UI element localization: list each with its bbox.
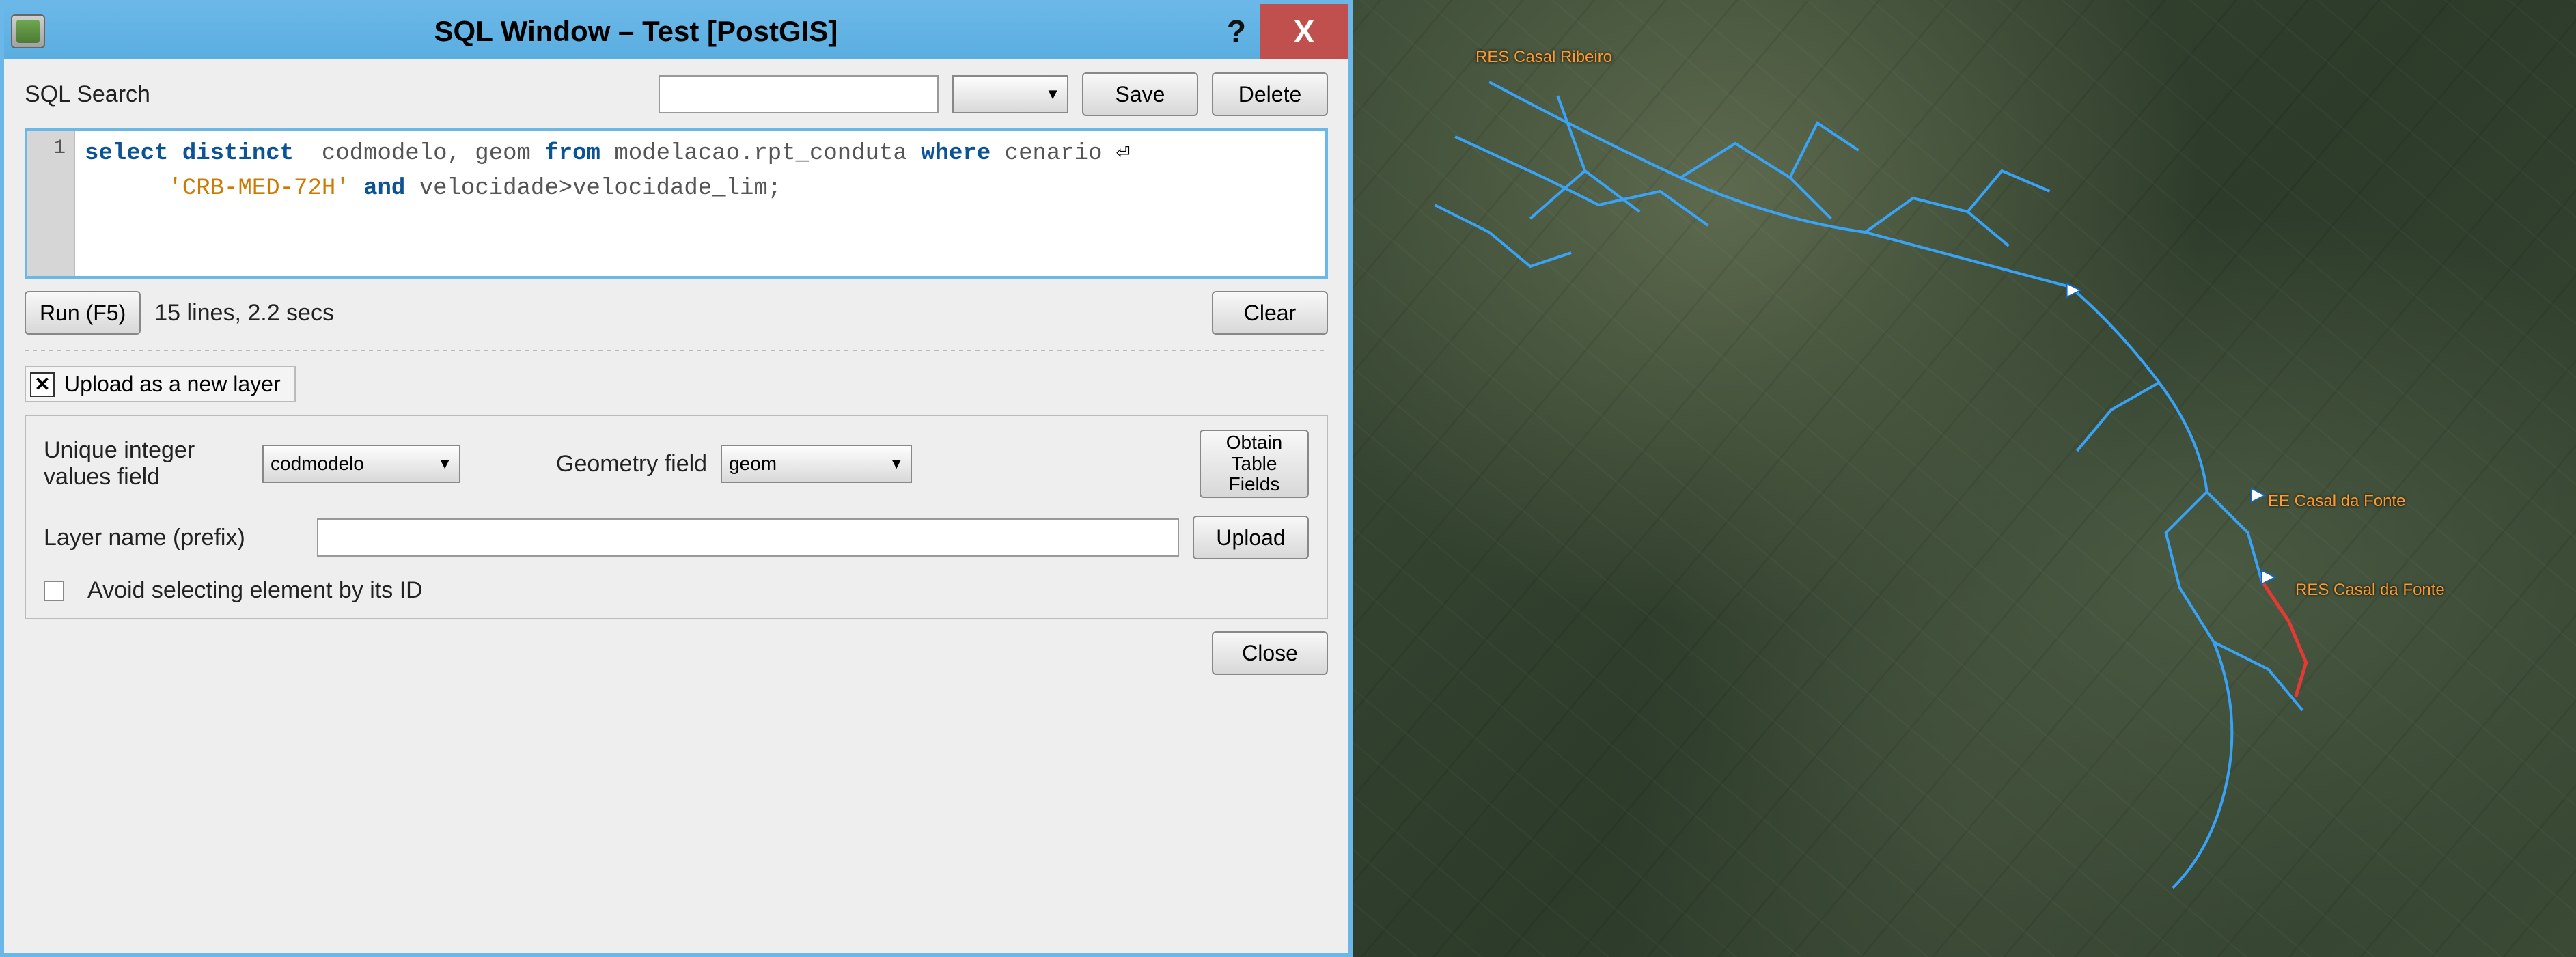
uid-field-label: Unique integer values field (44, 437, 249, 490)
sql-window: SQL Window – Test [PostGIS] ? X SQL Sear… (0, 0, 1353, 957)
upload-section-header: ✕ Upload as a new layer (25, 366, 296, 402)
sql-text[interactable]: select distinct codmodelo, geom from mod… (75, 131, 1325, 276)
close-button[interactable]: Close (1212, 631, 1328, 675)
layer-prefix-label: Layer name (prefix) (44, 525, 303, 551)
run-button[interactable]: Run (F5) (25, 291, 141, 335)
geom-field-dropdown[interactable]: geom ▼ (721, 445, 912, 483)
line-number: 1 (27, 137, 66, 160)
save-button[interactable]: Save (1082, 72, 1198, 116)
close-window-button[interactable]: X (1260, 4, 1348, 59)
obtain-fields-button[interactable]: Obtain Table Fields (1200, 430, 1309, 498)
sql-editor[interactable]: 1 select distinct codmodelo, geom from m… (25, 128, 1328, 279)
help-icon[interactable]: ? (1227, 13, 1246, 50)
uid-field-value: codmodelo (271, 453, 364, 475)
run-row: Run (F5) 15 lines, 2.2 secs Clear (25, 291, 1328, 335)
sql-search-label: SQL Search (25, 81, 230, 108)
divider (25, 350, 1328, 351)
upload-button[interactable]: Upload (1193, 516, 1309, 559)
close-icon[interactable]: ✕ (30, 372, 55, 397)
clear-button[interactable]: Clear (1212, 291, 1328, 335)
chevron-down-icon: ▼ (437, 455, 452, 473)
chevron-down-icon: ▼ (889, 455, 904, 473)
geom-field-value: geom (729, 453, 777, 475)
run-status: 15 lines, 2.2 secs (154, 300, 334, 327)
map-label-ee-fonte: EE Casal da Fonte (2268, 492, 2405, 511)
database-icon (11, 14, 45, 48)
map-label-res-fonte: RES Casal da Fonte (2295, 581, 2445, 600)
sql-search-input[interactable] (659, 75, 939, 113)
avoid-id-label: Avoid selecting element by its ID (87, 577, 423, 604)
map-canvas[interactable]: RES Casal Ribeiro EE Casal da Fonte RES … (1353, 0, 2576, 957)
layer-prefix-input[interactable] (317, 518, 1179, 557)
upload-section-title: Upload as a new layer (64, 372, 281, 397)
window-body: SQL Search ▼ Save Delete 1 select distin… (4, 59, 1348, 953)
delete-button[interactable]: Delete (1212, 72, 1328, 116)
pipe-network-overlay (1353, 0, 2576, 957)
map-label-res-ribeiro: RES Casal Ribeiro (1476, 48, 1612, 67)
window-title: SQL Window – Test [PostGIS] (45, 15, 1227, 48)
titlebar: SQL Window – Test [PostGIS] ? X (4, 4, 1348, 59)
geom-field-label: Geometry field (556, 451, 707, 477)
chevron-down-icon: ▼ (1045, 85, 1060, 103)
uid-field-dropdown[interactable]: codmodelo ▼ (262, 445, 460, 483)
sql-search-dropdown[interactable]: ▼ (952, 75, 1068, 113)
search-row: SQL Search ▼ Save Delete (25, 72, 1328, 116)
line-gutter: 1 (27, 131, 75, 276)
upload-panel: Unique integer values field codmodelo ▼ … (25, 415, 1328, 619)
avoid-id-checkbox[interactable] (44, 581, 64, 601)
